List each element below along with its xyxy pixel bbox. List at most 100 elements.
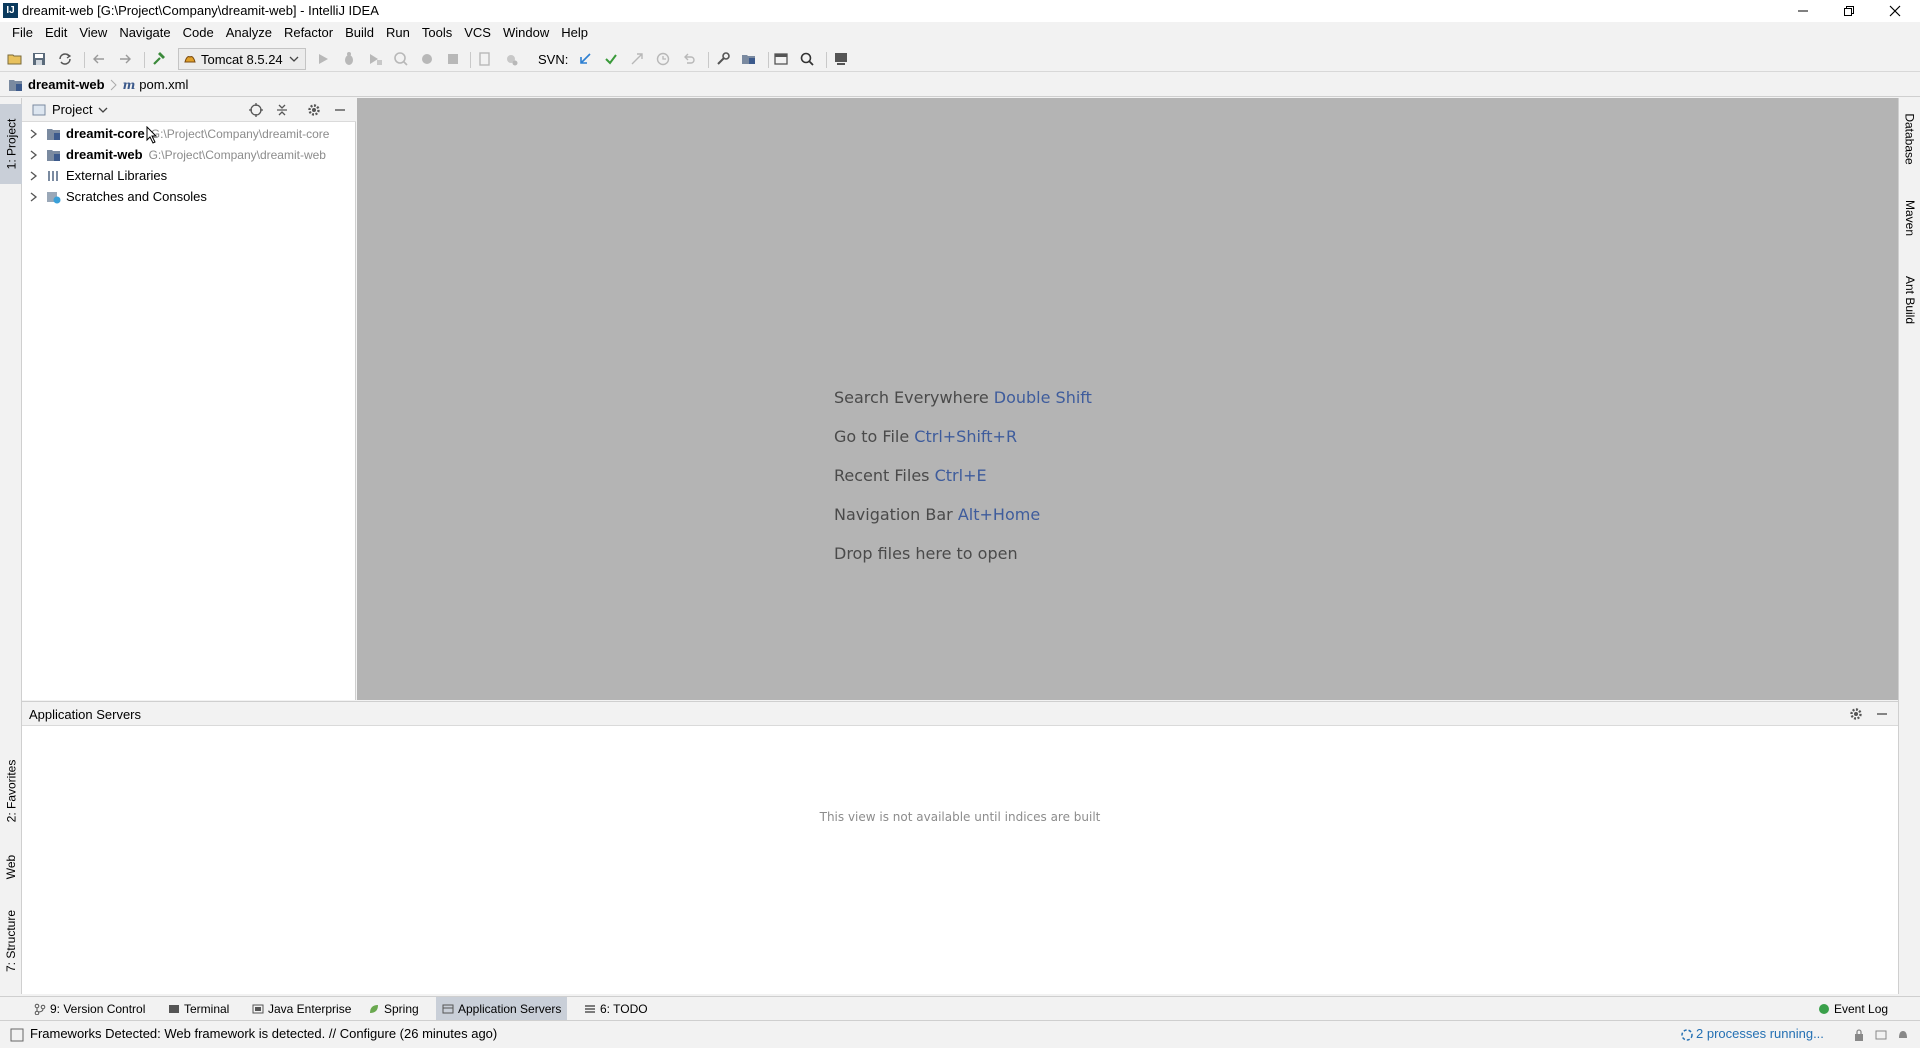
stop-button[interactable] xyxy=(444,50,462,68)
svn-history-button[interactable] xyxy=(654,50,672,68)
coverage-options-button[interactable] xyxy=(502,50,520,68)
servers-panel-title: Application Servers xyxy=(29,707,141,722)
window-title: dreamit-web [G:\Project\Company\dreamit-… xyxy=(22,3,379,18)
tab-favorites-label: 2: Favorites xyxy=(4,759,19,823)
servers-hide-button[interactable] xyxy=(1874,706,1890,722)
toggle-tool-windows-icon[interactable] xyxy=(10,1028,24,1042)
search-everywhere-button[interactable] xyxy=(798,50,816,68)
menu-code[interactable]: Code xyxy=(177,22,220,44)
hint-search-everywhere: Search Everywhere Double Shift xyxy=(834,388,1092,407)
tab-maven[interactable]: Maven xyxy=(1899,188,1920,248)
run-configuration-selector[interactable]: Tomcat 8.5.24 xyxy=(178,48,306,70)
stop-icon xyxy=(448,54,458,64)
tab-database[interactable]: Database xyxy=(1899,104,1920,174)
synchronize-button[interactable] xyxy=(56,50,74,68)
notifications-icon[interactable] xyxy=(1896,1028,1910,1042)
tab-event-log[interactable]: Event Log xyxy=(1812,997,1894,1021)
tab-label: Terminal xyxy=(184,1002,230,1016)
menu-file[interactable]: File xyxy=(6,22,39,44)
terminal-icon xyxy=(169,1005,179,1013)
back-button[interactable] xyxy=(90,50,108,68)
restore-button[interactable] xyxy=(1826,0,1872,22)
profile-button[interactable] xyxy=(392,50,410,68)
open-button[interactable] xyxy=(6,50,24,68)
tree-item-dreamit-core[interactable]: dreamit-core G:\Project\Company\dreamit-… xyxy=(22,123,329,144)
project-view-selector[interactable]: Project xyxy=(32,102,108,117)
module-path: G:\Project\Company\dreamit-web xyxy=(148,147,326,162)
settings-button[interactable] xyxy=(714,50,732,68)
forward-button[interactable] xyxy=(116,50,134,68)
expand-arrow-icon[interactable] xyxy=(26,191,42,202)
tab-ant-build[interactable]: Ant Build xyxy=(1899,262,1920,338)
profile-icon xyxy=(394,52,408,66)
expand-arrow-icon[interactable] xyxy=(26,170,42,181)
memory-indicator-icon[interactable] xyxy=(1874,1028,1888,1042)
collapse-all-button[interactable] xyxy=(274,102,290,118)
tab-java-enterprise[interactable]: Java Enterprise xyxy=(246,997,357,1021)
menu-help[interactable]: Help xyxy=(555,22,594,44)
tab-structure[interactable]: 7: Structure xyxy=(0,898,22,984)
terminal-button[interactable] xyxy=(772,50,790,68)
menu-vcs[interactable]: VCS xyxy=(458,22,497,44)
svn-update-button[interactable] xyxy=(576,50,594,68)
expand-arrow-icon[interactable] xyxy=(26,149,42,160)
locate-file-button[interactable] xyxy=(248,102,264,118)
hide-panel-button[interactable] xyxy=(332,102,348,118)
tree-item-external-libraries[interactable]: External Libraries xyxy=(22,165,167,186)
menu-analyze[interactable]: Analyze xyxy=(220,22,278,44)
target-icon xyxy=(249,103,263,117)
minimize-button[interactable] xyxy=(1780,0,1826,22)
background-processes[interactable]: 2 processes running... xyxy=(1696,1026,1824,1041)
debug-button[interactable] xyxy=(340,50,358,68)
lock-icon[interactable] xyxy=(1852,1028,1866,1042)
project-settings-button[interactable] xyxy=(306,102,322,118)
tab-favorites[interactable]: 2: Favorites xyxy=(0,746,22,836)
tab-todo[interactable]: 6: TODO xyxy=(578,997,654,1021)
menu-navigate[interactable]: Navigate xyxy=(113,22,176,44)
compare-icon xyxy=(631,53,643,65)
menu-refactor[interactable]: Refactor xyxy=(278,22,339,44)
run-button[interactable] xyxy=(314,50,332,68)
tree-item-scratches[interactable]: Scratches and Consoles xyxy=(22,186,207,207)
clock-icon xyxy=(656,52,670,66)
presentation-button[interactable] xyxy=(832,50,850,68)
menu-tools[interactable]: Tools xyxy=(416,22,458,44)
breadcrumb-file[interactable]: pom.xml xyxy=(139,77,188,92)
status-message[interactable]: Frameworks Detected: Web framework is de… xyxy=(30,1026,497,1041)
restore-icon xyxy=(1844,6,1854,16)
servers-settings-button[interactable] xyxy=(1848,706,1864,722)
hint-text: Go to File xyxy=(834,427,910,446)
editor-empty-area[interactable]: Search Everywhere Double Shift Go to Fil… xyxy=(357,98,1898,700)
bottom-tool-bar: 9: Version Control Terminal Java Enterpr… xyxy=(0,996,1920,1021)
tomcat-icon xyxy=(184,56,196,63)
toolbar-separator xyxy=(768,52,769,68)
expand-arrow-icon[interactable] xyxy=(26,128,42,139)
tab-terminal[interactable]: Terminal xyxy=(162,997,235,1021)
svn-commit-button[interactable] xyxy=(602,50,620,68)
breadcrumb: dreamit-web m pom.xml xyxy=(0,73,1920,97)
update-app-button[interactable] xyxy=(418,50,436,68)
menu-build[interactable]: Build xyxy=(339,22,380,44)
svn-rollback-button[interactable] xyxy=(680,50,698,68)
tab-web[interactable]: Web xyxy=(0,842,22,892)
save-all-button[interactable] xyxy=(30,50,48,68)
hint-go-to-file: Go to File Ctrl+Shift+R xyxy=(834,427,1017,446)
menu-bar: File Edit View Navigate Code Analyze Ref… xyxy=(0,22,1920,44)
tab-application-servers[interactable]: Application Servers xyxy=(436,997,568,1021)
tree-item-dreamit-web[interactable]: dreamit-web G:\Project\Company\dreamit-w… xyxy=(22,144,326,165)
attach-debugger-button[interactable] xyxy=(476,50,494,68)
tab-version-control[interactable]: 9: Version Control xyxy=(28,997,151,1021)
menu-window[interactable]: Window xyxy=(497,22,555,44)
tab-spring[interactable]: Spring xyxy=(362,997,425,1021)
project-structure-button[interactable] xyxy=(740,50,758,68)
build-project-button[interactable] xyxy=(150,50,168,68)
menu-edit[interactable]: Edit xyxy=(39,22,73,44)
menu-run[interactable]: Run xyxy=(380,22,416,44)
menu-view[interactable]: View xyxy=(73,22,113,44)
run-with-coverage-button[interactable] xyxy=(366,50,384,68)
breadcrumb-project[interactable]: dreamit-web xyxy=(28,77,105,92)
close-button[interactable] xyxy=(1872,0,1918,22)
svn-compare-button[interactable] xyxy=(628,50,646,68)
tab-project[interactable]: 1: Project xyxy=(0,104,22,184)
project-view-icon xyxy=(32,104,46,115)
